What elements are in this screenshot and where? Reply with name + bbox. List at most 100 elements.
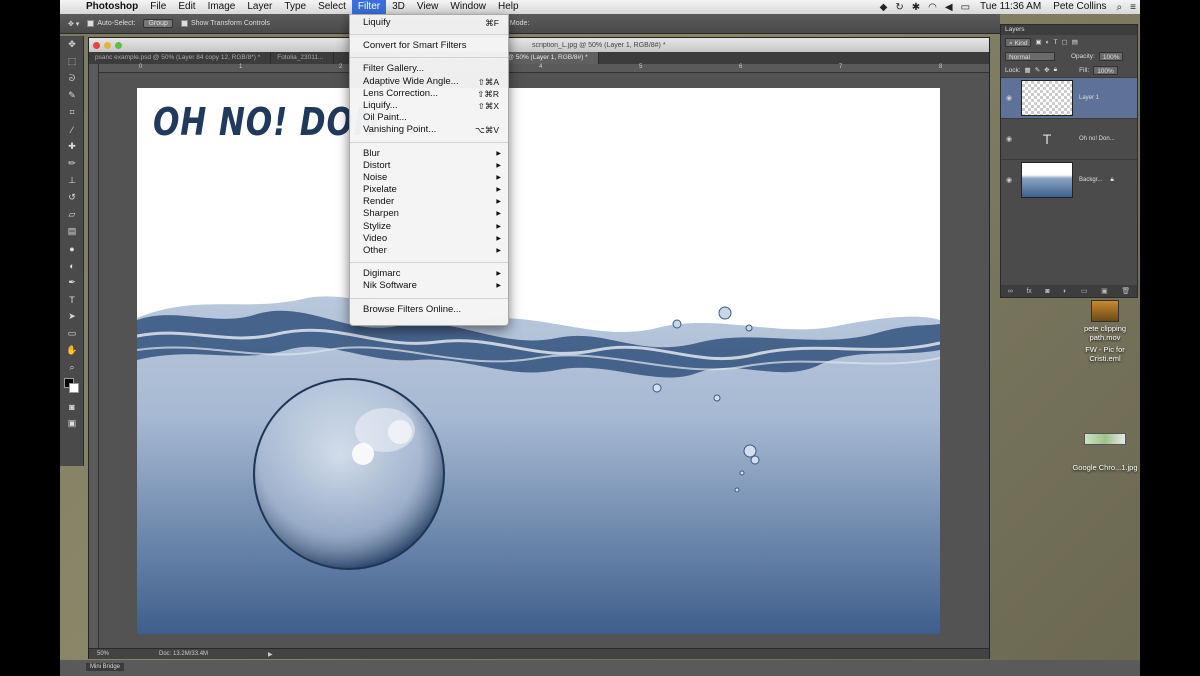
desktop-file-icon[interactable]: pete clipping path.mov bbox=[1070, 300, 1140, 342]
user-name[interactable]: Pete Collins bbox=[1047, 0, 1112, 14]
image-canvas[interactable]: OH NO! DON bbox=[137, 88, 940, 634]
filter-menu-item[interactable]: Oil Paint... bbox=[350, 112, 508, 124]
filter-menu-item[interactable]: Liquify ⌘F bbox=[350, 17, 508, 29]
sync-icon[interactable]: ↻ bbox=[891, 2, 907, 13]
add-mask-icon[interactable]: ◙ bbox=[1045, 288, 1049, 295]
auto-select-dropdown[interactable]: Group bbox=[143, 19, 173, 28]
bluetooth-icon[interactable]: ✱ bbox=[908, 2, 924, 13]
document-title-bar[interactable]: scription_L.jpg @ 50% (Layer 1, RGB/8#) … bbox=[89, 38, 989, 52]
link-layers-icon[interactable]: ∞ bbox=[1008, 288, 1013, 295]
filter-menu-item[interactable]: Blur ▶ bbox=[350, 148, 508, 160]
spotlight-search-icon[interactable]: ⌕ bbox=[1113, 2, 1127, 13]
menu-image[interactable]: Image bbox=[202, 0, 242, 14]
dodge-tool-icon[interactable]: ◐ bbox=[60, 257, 84, 274]
horizontal-ruler[interactable]: 0 1 2 3 4 5 6 7 8 bbox=[99, 64, 989, 73]
auto-select-checkbox[interactable]: Auto-Select: bbox=[87, 20, 135, 27]
eraser-tool-icon[interactable]: ▱ bbox=[60, 206, 84, 223]
new-group-icon[interactable]: ▭ bbox=[1081, 287, 1088, 295]
blend-mode-dropdown[interactable]: Normal bbox=[1005, 51, 1055, 61]
desktop-file-icon[interactable]: Google Chro...1.jpg bbox=[1070, 433, 1140, 472]
menu-3d[interactable]: 3D bbox=[386, 0, 411, 14]
kind-filter-dropdown[interactable]: ⌕ Kind bbox=[1005, 37, 1032, 47]
clone-stamp-tool-icon[interactable]: ⊥ bbox=[60, 172, 84, 189]
quick-select-tool-icon[interactable]: ✎ bbox=[60, 87, 84, 104]
crop-tool-icon[interactable]: ⌗ bbox=[60, 104, 84, 121]
delete-layer-icon[interactable]: 🗑︎ bbox=[1121, 287, 1130, 295]
lock-all-icon[interactable]: 🔒︎ bbox=[1054, 66, 1057, 74]
filter-menu-item[interactable]: Filter Gallery... bbox=[350, 63, 508, 75]
visibility-eye-icon[interactable]: ◉ bbox=[1001, 176, 1017, 184]
lasso-tool-icon[interactable]: ᘐ bbox=[60, 70, 84, 87]
lock-transparent-icon[interactable]: ▦ bbox=[1025, 66, 1031, 74]
close-window-icon[interactable] bbox=[93, 41, 100, 49]
layer-row[interactable]: ◉ Backgr... 🔒︎ bbox=[1001, 159, 1137, 200]
document-tab[interactable]: psanc example.psd @ 50% (Layer 84 copy 1… bbox=[89, 52, 272, 64]
new-layer-icon[interactable]: ▣ bbox=[1101, 287, 1108, 295]
path-select-tool-icon[interactable]: ➤ bbox=[60, 308, 84, 325]
filter-menu-item[interactable]: Noise ▶ bbox=[350, 172, 508, 184]
brush-tool-icon[interactable]: ✏ bbox=[60, 155, 84, 172]
history-brush-tool-icon[interactable]: ↺ bbox=[60, 189, 84, 206]
hand-tool-icon[interactable]: ✋ bbox=[60, 342, 84, 359]
menu-layer[interactable]: Layer bbox=[241, 0, 278, 14]
document-tab[interactable]: Fotolia_23011... bbox=[271, 52, 335, 64]
filter-menu-item[interactable]: Browse Filters Online... bbox=[350, 304, 508, 316]
wifi-icon[interactable]: ◠ bbox=[924, 2, 941, 13]
move-tool-icon[interactable]: ✥ ▾ bbox=[68, 20, 79, 28]
fill-value[interactable]: 100% bbox=[1093, 65, 1118, 75]
filter-menu-item[interactable]: Nik Software ▶ bbox=[350, 280, 508, 292]
layers-panel-tab[interactable]: Layers bbox=[1001, 25, 1137, 35]
lock-position-icon[interactable]: ✥ bbox=[1044, 66, 1049, 74]
opacity-value[interactable]: 100% bbox=[1098, 51, 1124, 61]
shape-tool-icon[interactable]: ▭ bbox=[60, 325, 84, 342]
layer-name[interactable]: Backgr... bbox=[1079, 177, 1102, 183]
filter-smart-icon[interactable]: ▤ bbox=[1072, 38, 1078, 46]
filter-menu-item[interactable]: Vanishing Point... ⌥⌘V bbox=[350, 124, 508, 136]
filter-type-icon[interactable]: T bbox=[1054, 39, 1058, 46]
gradient-tool-icon[interactable]: ▤ bbox=[60, 223, 84, 240]
layer-name[interactable]: Oh no! Don... bbox=[1079, 136, 1115, 142]
menu-help[interactable]: Help bbox=[492, 0, 525, 14]
clock[interactable]: Tue 11:36 AM bbox=[974, 0, 1047, 14]
move-tool-icon[interactable]: ✥ bbox=[60, 36, 84, 53]
show-transform-checkbox[interactable]: Show Transform Controls bbox=[180, 20, 270, 27]
layer-style-icon[interactable]: fx bbox=[1026, 288, 1031, 295]
menu-filter[interactable]: Filter bbox=[351, 0, 387, 14]
zoom-window-icon[interactable] bbox=[115, 41, 122, 49]
layer-row[interactable]: ◉ T Oh no! Don... bbox=[1001, 118, 1137, 159]
filter-menu-item[interactable]: Digimarc ▶ bbox=[350, 268, 508, 280]
quick-mask-icon[interactable]: ◙ bbox=[60, 398, 84, 415]
minimize-window-icon[interactable] bbox=[104, 41, 111, 49]
filter-menu-item[interactable]: Pixelate ▶ bbox=[350, 184, 508, 196]
lock-pixels-icon[interactable]: ✎ bbox=[1035, 66, 1040, 74]
status-arrow-icon[interactable]: ▶ bbox=[268, 651, 273, 658]
menu-window[interactable]: Window bbox=[444, 0, 492, 14]
menu-select[interactable]: Select bbox=[312, 0, 352, 14]
blur-tool-icon[interactable]: ● bbox=[60, 240, 84, 257]
volume-icon[interactable]: ◀ bbox=[941, 2, 957, 13]
menu-view[interactable]: View bbox=[411, 0, 445, 14]
filter-menu-item[interactable]: Convert for Smart Filters bbox=[350, 40, 508, 52]
filter-pixel-icon[interactable]: ▣ bbox=[1035, 38, 1041, 46]
filter-menu-item[interactable]: Other ▶ bbox=[350, 245, 508, 257]
zoom-level[interactable]: 50% bbox=[97, 651, 109, 657]
filter-menu-item[interactable]: Sharpen ▶ bbox=[350, 208, 508, 220]
layer-row[interactable]: ◉ Layer 1 bbox=[1001, 77, 1137, 118]
visibility-eye-icon[interactable]: ◉ bbox=[1001, 94, 1017, 102]
eyedropper-tool-icon[interactable]: ⁄ bbox=[60, 121, 84, 138]
pen-tool-icon[interactable]: ✒ bbox=[60, 274, 84, 291]
apple-icon[interactable] bbox=[60, 0, 80, 14]
notification-list-icon[interactable]: ≡ bbox=[1126, 2, 1140, 13]
menu-app-name[interactable]: Photoshop bbox=[80, 0, 144, 14]
filter-menu-item[interactable]: Adaptive Wide Angle... ⇧⌘A bbox=[350, 76, 508, 88]
adjustment-layer-icon[interactable]: ◐ bbox=[1063, 288, 1067, 295]
background-color-swatch[interactable] bbox=[69, 383, 79, 393]
marquee-tool-icon[interactable]: ⬚ bbox=[60, 53, 84, 70]
filter-menu-item[interactable]: Stylize ▶ bbox=[350, 221, 508, 233]
filter-menu-item[interactable]: Liquify... ⇧⌘X bbox=[350, 100, 508, 112]
color-swatches[interactable] bbox=[60, 376, 84, 398]
menu-type[interactable]: Type bbox=[278, 0, 312, 14]
filter-shape-icon[interactable]: ▢ bbox=[1062, 38, 1068, 46]
headline-text-layer[interactable]: OH NO! DON bbox=[153, 100, 381, 144]
document-size[interactable]: Doc: 13.2M/33.4M bbox=[159, 651, 208, 657]
